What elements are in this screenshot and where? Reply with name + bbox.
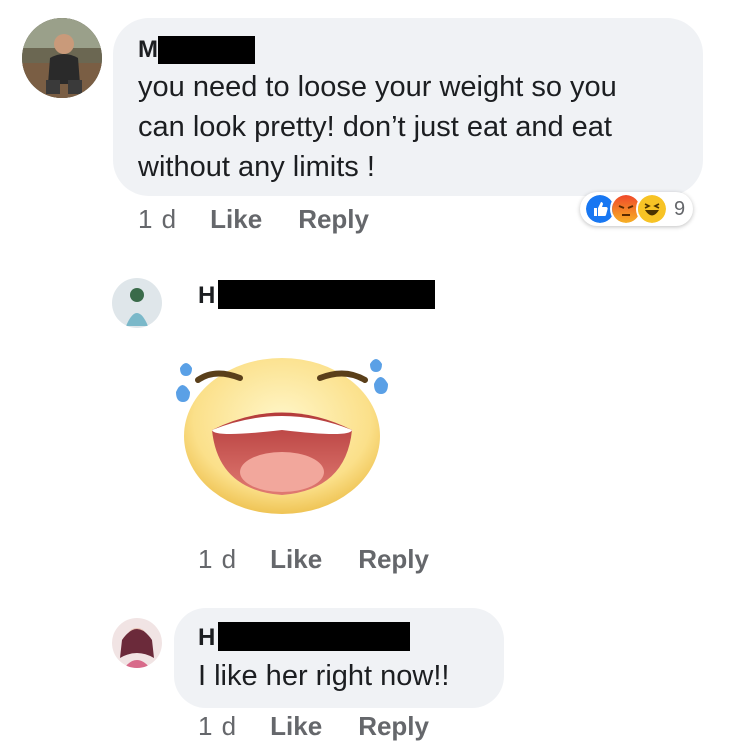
redaction-bar [218, 280, 435, 309]
avatar-photo [22, 18, 102, 98]
reply-button[interactable]: Reply [358, 544, 429, 575]
comment-actions: 1 d Like Reply [198, 711, 429, 742]
author-name[interactable]: H [198, 624, 215, 652]
like-button[interactable]: Like [270, 544, 322, 575]
comment-text-line: can look pretty! don’t just eat and eat [138, 111, 612, 143]
avatar[interactable] [112, 278, 162, 328]
like-button[interactable]: Like [270, 711, 322, 742]
avatar-photo [112, 618, 162, 668]
avatar[interactable] [112, 618, 162, 668]
haha-icon [636, 193, 668, 225]
comment-actions: 1 d Like Reply [138, 204, 369, 235]
avatar-photo [112, 278, 162, 328]
author-name[interactable]: M [138, 36, 158, 64]
comment-timestamp[interactable]: 1 d [198, 711, 237, 742]
avatar[interactable] [22, 18, 102, 98]
comment-timestamp[interactable]: 1 d [198, 544, 237, 575]
like-button[interactable]: Like [210, 204, 262, 235]
author-name[interactable]: H [198, 282, 215, 310]
comment-timestamp[interactable]: 1 d [138, 204, 177, 235]
redaction-bar [158, 36, 255, 64]
reply-button[interactable]: Reply [358, 711, 429, 742]
comment-text-line: without any limits ! [138, 151, 375, 183]
comment-text: I like her right now!! [198, 660, 450, 692]
laughing-crying-face-sticker[interactable] [170, 340, 395, 515]
comment-text-line: you need to loose your weight so you [138, 71, 617, 103]
reaction-summary[interactable]: 9 [580, 192, 694, 226]
comment-actions: 1 d Like Reply [198, 544, 429, 575]
reaction-count: 9 [674, 197, 686, 220]
redaction-bar [218, 622, 410, 651]
reply-button[interactable]: Reply [298, 204, 369, 235]
